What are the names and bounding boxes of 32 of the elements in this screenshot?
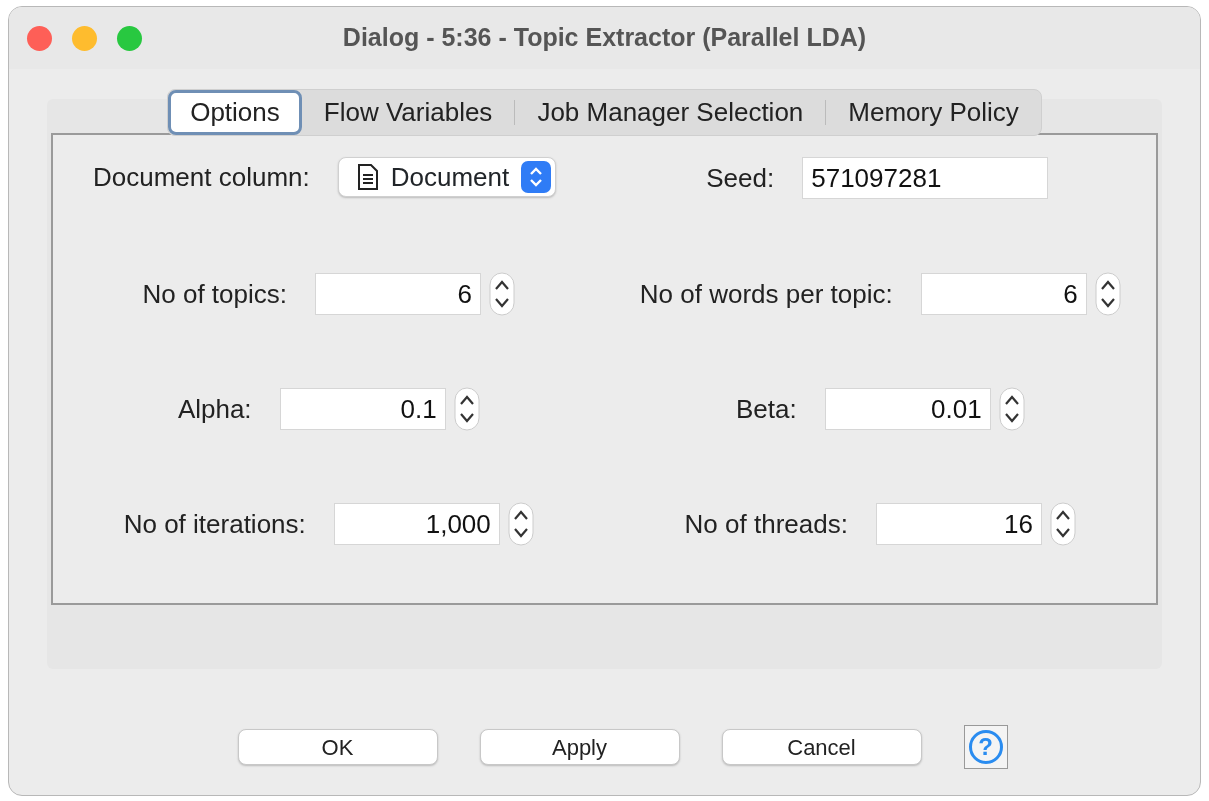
- spinner-arrows-icon[interactable]: [453, 387, 480, 431]
- chevron-icon: [528, 165, 545, 189]
- number-field[interactable]: 1,000: [333, 503, 500, 545]
- dialog-button[interactable]: Apply: [479, 729, 680, 765]
- tab[interactable]: Flow Variables: [301, 90, 515, 135]
- spinner-arrows-icon[interactable]: [998, 387, 1025, 431]
- spinner-arrows-icon[interactable]: [1049, 502, 1076, 546]
- tab[interactable]: Memory Policy: [826, 90, 1041, 135]
- field-label: No of threads:: [684, 507, 848, 541]
- spinner-arrows-icon[interactable]: [1094, 272, 1121, 316]
- number-field[interactable]: 16: [875, 503, 1042, 545]
- number-field[interactable]: 0.1: [279, 388, 446, 430]
- window-title: Dialog - 5:36 - Topic Extractor (Parallel LDA): [342, 23, 867, 52]
- field-label: Alpha:: [177, 392, 252, 426]
- tab[interactable]: Options: [168, 90, 302, 135]
- dialog-button[interactable]: Cancel: [721, 729, 922, 765]
- number-field[interactable]: 6: [315, 273, 481, 315]
- text-field[interactable]: 571097281: [802, 157, 1049, 199]
- field-label: No of iterations:: [123, 507, 306, 541]
- number-field[interactable]: 6: [920, 273, 1087, 315]
- field-label: Beta:: [735, 392, 797, 426]
- column-dropdown[interactable]: Document: [337, 157, 557, 197]
- document-icon: [356, 164, 379, 190]
- number-field[interactable]: 0.01: [824, 388, 991, 430]
- field-label: Document column:: [93, 160, 310, 194]
- spinner-arrows-icon[interactable]: [507, 502, 534, 546]
- tab[interactable]: Job Manager Selection: [515, 90, 826, 135]
- spinner-arrows-icon[interactable]: [489, 272, 515, 316]
- field-label: No of topics:: [142, 277, 287, 311]
- dialog-button[interactable]: OK: [237, 729, 438, 765]
- field-label: Seed:: [706, 161, 775, 195]
- field-label: No of words per topic:: [639, 277, 893, 311]
